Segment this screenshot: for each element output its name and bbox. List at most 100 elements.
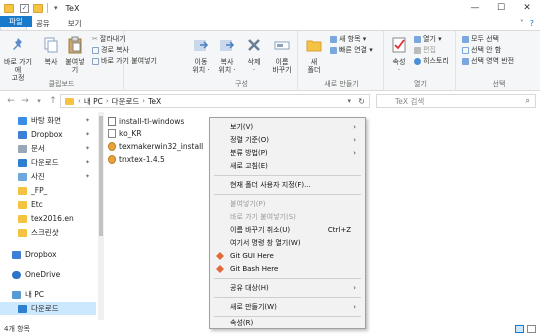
nav-item-tex2016[interactable]: tex2016.en [0, 212, 96, 225]
copy-path-button[interactable]: 경로 복사 [92, 46, 129, 55]
maximize-button[interactable]: ☐ [488, 0, 514, 16]
nav-item-fp[interactable]: _FP_ [0, 184, 96, 197]
menu-item-git-bash[interactable]: Git Bash Here [210, 263, 365, 275]
desktop-icon [18, 116, 27, 125]
menu-separator [214, 175, 361, 176]
list-item[interactable]: tnxtex-1.4.5 [108, 154, 165, 165]
move-to-button[interactable]: 이동 위치 · [188, 34, 214, 74]
edit-icon [414, 47, 421, 54]
cut-button[interactable]: ✂ 잘라내기 [92, 35, 126, 44]
ribbon-tabs: 파일 홈 공유 보기 ˅ ? [0, 16, 540, 31]
nav-item-documents[interactable]: 문서 ✦ [0, 142, 96, 155]
invert-selection-button[interactable]: 선택 영역 반전 [462, 57, 514, 66]
expand-ribbon-icon[interactable]: ˅ [520, 19, 524, 28]
pin-to-quick-access-button[interactable]: 바로 가기에 고정 [2, 34, 34, 82]
downloads-icon [18, 304, 27, 313]
nav-item-desktop[interactable]: 바탕 화면 ✦ [0, 114, 96, 127]
new-item-button[interactable]: 새 항목 ▾ [330, 35, 366, 44]
menu-item-new[interactable]: 새로 만들기(W) › [210, 301, 365, 313]
customize-quick-access-icon[interactable]: ▾ [54, 4, 58, 12]
nav-item-dropbox[interactable]: Dropbox ✦ [0, 128, 96, 141]
breadcrumb-tex[interactable]: TeX [148, 97, 161, 106]
rename-button[interactable]: 이름 바꾸기 [268, 34, 296, 74]
menu-item-undo-rename[interactable]: 이름 바꾸기 취소(U) Ctrl+Z [210, 224, 365, 236]
nav-item-this-pc[interactable]: 내 PC [0, 288, 96, 301]
recent-locations-button[interactable]: ▾ [32, 97, 46, 105]
tab-view[interactable]: 보기 [59, 16, 91, 30]
properties-quick-icon[interactable]: ✓ [20, 3, 29, 13]
menu-item-paste[interactable]: 붙여넣기(P) [210, 198, 365, 210]
menu-item-view[interactable]: 보기(V) › [210, 121, 365, 133]
documents-icon [18, 144, 27, 153]
search-input[interactable]: TeX 검색 ⌕ [376, 94, 536, 108]
minimize-button[interactable]: — [462, 0, 488, 16]
menu-item-customize-folder[interactable]: 현재 폴더 사용자 지정(F)... [210, 179, 365, 191]
menu-item-sort-by[interactable]: 정렬 기준(O) › [210, 134, 365, 146]
copy-button[interactable]: 복사 [40, 34, 62, 66]
copy-to-button[interactable]: 복사 위치 · [214, 34, 240, 74]
easy-access-icon [330, 47, 337, 54]
nav-item-screenshots[interactable]: 스크린샷 [0, 226, 96, 239]
paste-button[interactable]: 붙여넣기 [64, 34, 86, 74]
address-bar[interactable]: › 내 PC › 다운로드 › TeX ▾ ↻ [60, 94, 370, 108]
forward-button[interactable]: → [18, 96, 32, 106]
nav-item-pictures[interactable]: 사진 ✦ [0, 170, 96, 183]
nav-item-onedrive[interactable]: OneDrive [0, 268, 96, 281]
help-icon[interactable]: ? [530, 19, 534, 28]
tab-file[interactable]: 파일 [0, 16, 32, 27]
edit-button[interactable]: 편집 [414, 46, 436, 55]
paste-shortcut-button[interactable]: 바로 가기 붙여넣기 [92, 57, 157, 66]
menu-item-refresh[interactable]: 새로 고침(E) [210, 160, 365, 172]
select-all-button[interactable]: 모두 선택 [462, 35, 499, 44]
menu-item-properties[interactable]: 속성(R) [210, 317, 365, 329]
open-icon [414, 36, 421, 43]
paste-shortcut-icon [92, 58, 99, 65]
menu-item-open-command-window[interactable]: 여기서 명령 창 열기(W) [210, 237, 365, 249]
nav-item-downloads-quick[interactable]: 다운로드 ✦ [0, 156, 96, 169]
window-controls: — ☐ ✕ [462, 0, 540, 16]
menu-item-git-gui[interactable]: Git GUI Here [210, 250, 365, 262]
delete-button[interactable]: 삭제 · [242, 34, 266, 74]
breadcrumb-downloads[interactable]: 다운로드 [112, 96, 140, 107]
folder-icon [4, 3, 14, 13]
nav-item-downloads[interactable]: 다운로드 [0, 302, 96, 315]
file-list: install-tl-windows ko_KR texmakerwin32_i… [108, 112, 204, 320]
address-bar-row: ← → ▾ ↑ › 내 PC › 다운로드 › TeX ▾ ↻ TeX 검색 ⌕ [0, 92, 540, 110]
select-none-button[interactable]: 선택 안 함 [462, 46, 501, 55]
select-group: 모두 선택 선택 안 함 선택 영역 반전 선택 [458, 31, 540, 91]
open-button[interactable]: 열기 ▾ [414, 35, 442, 44]
nav-item-etc[interactable]: Etc [0, 198, 96, 211]
nav-item-dropbox-root[interactable]: Dropbox [0, 248, 96, 261]
properties-button[interactable]: 속성 · [388, 34, 410, 74]
menu-item-paste-shortcut[interactable]: 바로 가기 붙여넣기(S) [210, 211, 365, 223]
git-icon [216, 265, 224, 273]
new-folder-button[interactable]: 새 폴더 [302, 34, 326, 74]
chevron-right-icon: › [353, 123, 356, 131]
list-item[interactable]: install-tl-windows [108, 116, 184, 127]
refresh-icon[interactable]: ↻ [358, 97, 365, 106]
back-button[interactable]: ← [4, 96, 18, 106]
menu-item-share-with[interactable]: 공유 대상(H) › [210, 282, 365, 294]
context-menu: 보기(V) › 정렬 기준(O) › 분류 방법(P) › 새로 고침(E) 현… [209, 117, 366, 329]
details-view-icon[interactable] [515, 325, 524, 333]
new-folder-quick-icon[interactable] [33, 3, 43, 13]
easy-access-button[interactable]: 빠른 연결 ▾ [330, 46, 373, 55]
close-button[interactable]: ✕ [514, 0, 540, 16]
up-button[interactable]: ↑ [46, 96, 60, 106]
shortcut-text: Ctrl+Z [327, 226, 351, 234]
navigation-scrollbar[interactable] [98, 112, 104, 320]
pin-icon: ✦ [84, 173, 90, 180]
clipboard-group: 바로 가기에 고정 복사 붙여넣기 ✂ 잘라내기 경로 복사 바로 가기 붙여넣기… [0, 31, 157, 91]
menu-item-group-by[interactable]: 분류 방법(P) › [210, 147, 365, 159]
select-group-label: 선택 [492, 80, 506, 88]
list-item[interactable]: ko_KR [108, 128, 142, 139]
folder-icon [18, 200, 27, 209]
address-dropdown-icon[interactable]: ▾ [347, 97, 351, 105]
pin-icon: ✦ [84, 159, 90, 166]
history-button[interactable]: 히스토리 [414, 57, 449, 66]
large-icons-view-icon[interactable] [527, 325, 536, 333]
menu-separator [214, 297, 361, 298]
list-item[interactable]: texmakerwin32_install [108, 141, 203, 152]
breadcrumb-this-pc[interactable]: 내 PC [84, 96, 103, 107]
scrollbar-thumb[interactable] [99, 116, 103, 236]
